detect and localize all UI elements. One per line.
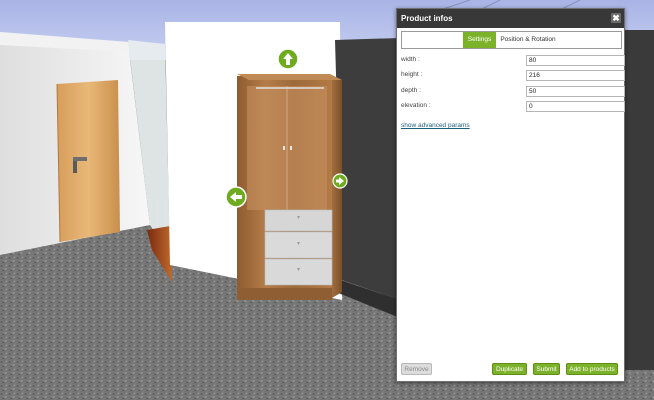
param-row-width: width : (401, 55, 625, 67)
param-row-depth: depth : (401, 86, 625, 98)
arrow-up-icon[interactable] (277, 48, 299, 70)
wardrobe-cabinet[interactable] (237, 74, 342, 300)
param-row-height: height : (401, 70, 625, 82)
close-icon[interactable]: ✖ (611, 13, 621, 23)
height-field[interactable] (526, 70, 625, 81)
tab-settings[interactable]: Settings (463, 32, 496, 48)
remove-button[interactable]: Remove (401, 363, 432, 375)
dialog-title: Product infos (401, 14, 453, 23)
duplicate-button[interactable]: Duplicate (492, 363, 527, 375)
elevation-label: elevation : (401, 102, 431, 109)
param-row-elevation: elevation : (401, 101, 625, 113)
depth-field[interactable] (526, 86, 625, 97)
height-label: height : (401, 71, 423, 78)
product-infos-dialog: Product infos ✖ Settings Position & Rota… (396, 8, 625, 382)
elevation-field[interactable] (526, 101, 625, 112)
tab-bar: Settings Position & Rotation (401, 31, 622, 49)
show-advanced-params-link[interactable]: show advanced params (401, 122, 470, 129)
arrow-right-icon[interactable] (332, 173, 348, 189)
tab-position-rotation[interactable]: Position & Rotation (496, 32, 560, 48)
arrow-left-icon[interactable] (225, 186, 247, 208)
add-to-products-button[interactable]: Add to products (566, 363, 618, 375)
submit-button[interactable]: Submit (533, 363, 560, 375)
width-field[interactable] (526, 55, 625, 66)
depth-label: depth : (401, 87, 421, 94)
dialog-header: Product infos ✖ (397, 9, 624, 28)
width-label: width : (401, 56, 420, 63)
